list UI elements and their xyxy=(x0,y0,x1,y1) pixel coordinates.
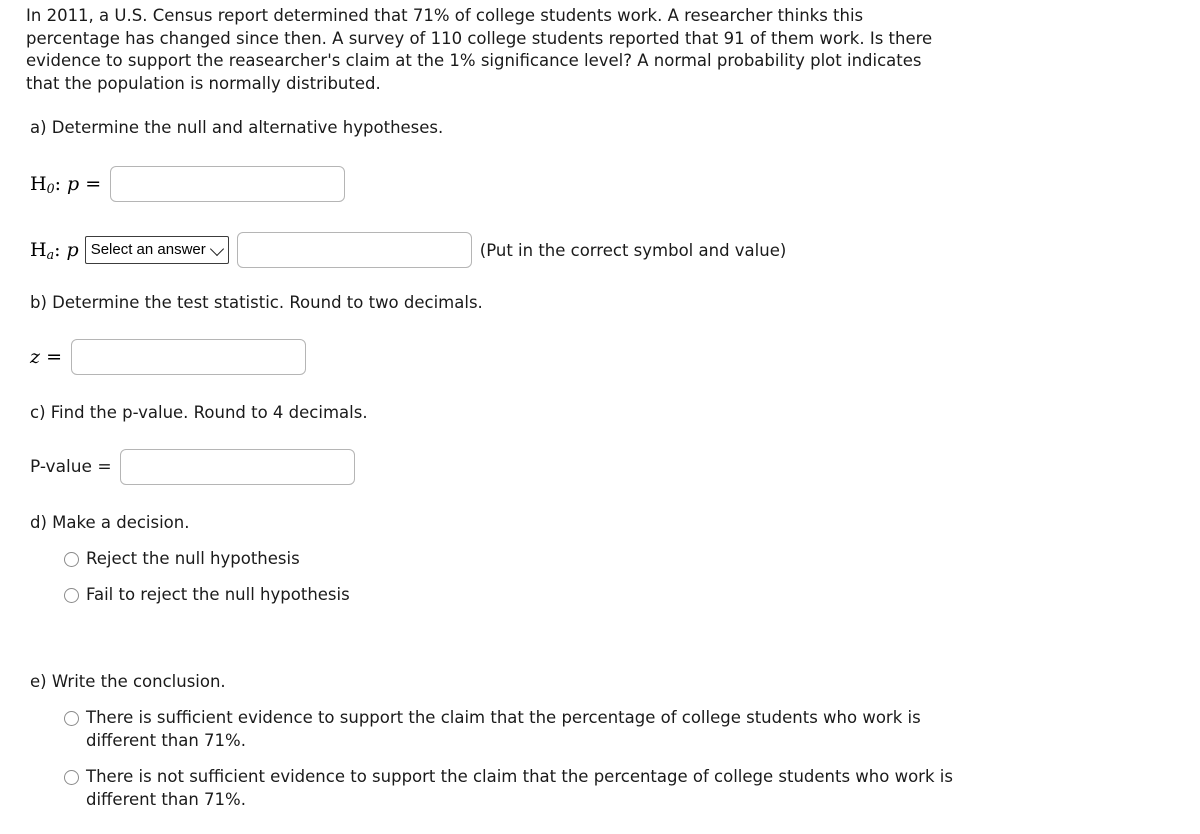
alternative-hypothesis-hint: (Put in the correct symbol and value) xyxy=(479,240,787,260)
chevron-down-icon xyxy=(209,241,224,257)
null-hypothesis-H: H xyxy=(30,172,47,195)
radio-icon[interactable] xyxy=(64,711,79,726)
alternative-hypothesis-H: H xyxy=(30,238,47,261)
alternative-hypothesis-colon: : xyxy=(54,238,61,261)
part-d-prompt: d) Make a decision. xyxy=(30,513,190,532)
part-b-prompt: b) Determine the test statistic. Round t… xyxy=(30,293,483,312)
null-hypothesis-parameter: p xyxy=(67,172,80,195)
null-hypothesis-input[interactable] xyxy=(110,166,346,202)
part-a-prompt: a) Determine the null and alternative hy… xyxy=(30,118,444,137)
null-hypothesis-row: H0: p = xyxy=(30,166,346,202)
alternative-hypothesis-parameter: p xyxy=(66,238,79,261)
alternative-hypothesis-label: Ha: p xyxy=(30,239,79,262)
decision-option-fail-to-reject[interactable]: Fail to reject the null hypothesis xyxy=(64,584,664,607)
conclusion-option-not-sufficient[interactable]: There is not sufficient evidence to supp… xyxy=(64,766,954,811)
p-value-label: P-value = xyxy=(30,457,112,477)
radio-icon[interactable] xyxy=(64,770,79,785)
radio-icon[interactable] xyxy=(64,552,79,567)
conclusion-option-not-sufficient-label: There is not sufficient evidence to supp… xyxy=(86,767,953,809)
worksheet-page: In 2011, a U.S. Census report determined… xyxy=(0,0,1200,834)
decision-option-reject[interactable]: Reject the null hypothesis xyxy=(64,548,664,571)
alternative-hypothesis-subscript: a xyxy=(46,246,55,262)
test-statistic-operator: = xyxy=(46,346,62,368)
problem-statement: In 2011, a U.S. Census report determined… xyxy=(26,6,933,93)
test-statistic-row: z = xyxy=(30,339,306,375)
alternative-hypothesis-row: Ha: p Select an answer (Put in the corre… xyxy=(30,232,786,268)
alternative-hypothesis-input[interactable] xyxy=(236,232,472,268)
decision-option-reject-label: Reject the null hypothesis xyxy=(86,549,300,568)
test-statistic-variable: z xyxy=(30,346,41,368)
null-hypothesis-label: H0: p = xyxy=(30,173,101,196)
part-c-prompt: c) Find the p-value. Round to 4 decimals… xyxy=(30,403,368,422)
null-hypothesis-colon: : xyxy=(54,172,61,195)
alternative-hypothesis-operator-select[interactable]: Select an answer xyxy=(84,236,229,264)
test-statistic-label: z = xyxy=(30,346,62,368)
null-hypothesis-operator: = xyxy=(85,172,102,195)
test-statistic-input[interactable] xyxy=(70,339,306,375)
p-value-row: P-value = xyxy=(30,449,355,485)
radio-icon[interactable] xyxy=(64,588,79,603)
null-hypothesis-subscript: 0 xyxy=(46,180,55,196)
conclusion-option-sufficient[interactable]: There is sufficient evidence to support … xyxy=(64,707,984,752)
conclusion-option-sufficient-label: There is sufficient evidence to support … xyxy=(86,708,921,750)
part-e-prompt: e) Write the conclusion. xyxy=(30,672,226,691)
p-value-input[interactable] xyxy=(119,449,355,485)
decision-option-fail-to-reject-label: Fail to reject the null hypothesis xyxy=(86,585,350,604)
alternative-hypothesis-operator-select-value: Select an answer xyxy=(90,241,206,258)
